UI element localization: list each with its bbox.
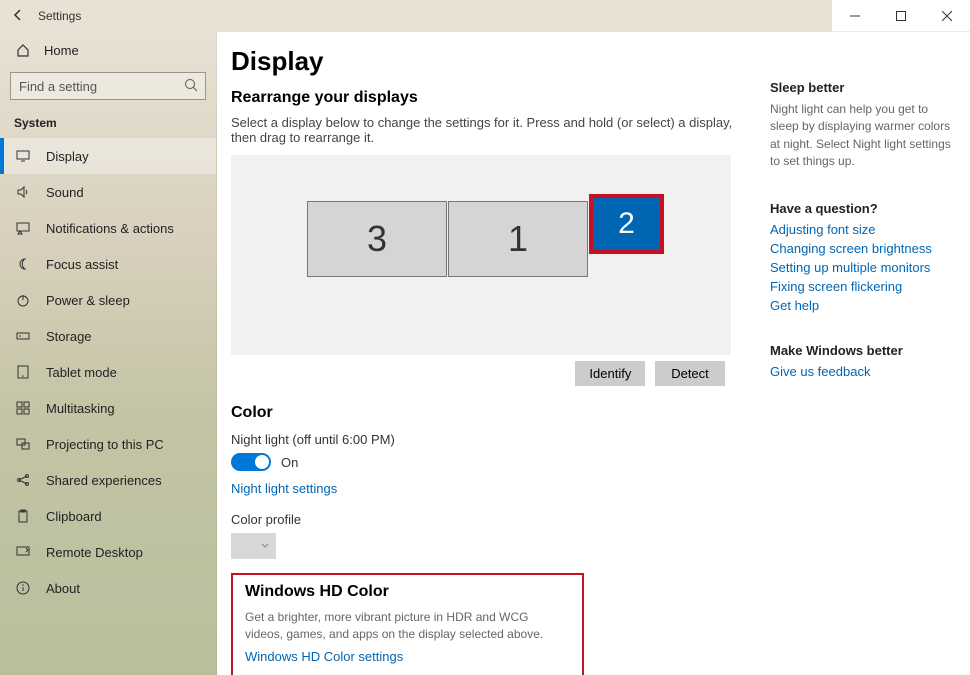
- sidebar-item-label: About: [46, 581, 80, 596]
- sidebar: Home System Display Sound Notifications …: [0, 32, 217, 675]
- color-profile-label: Color profile: [231, 512, 746, 527]
- content: Display Rearrange your displays Select a…: [217, 32, 770, 675]
- sidebar-item-power[interactable]: Power & sleep: [0, 282, 216, 318]
- sidebar-item-label: Remote Desktop: [46, 545, 143, 560]
- link-flickering[interactable]: Fixing screen flickering: [770, 279, 954, 294]
- sidebar-item-storage[interactable]: Storage: [0, 318, 216, 354]
- moon-icon: [14, 257, 32, 271]
- home-icon: [14, 43, 32, 57]
- sidebar-item-projecting[interactable]: Projecting to this PC: [0, 426, 216, 462]
- question-heading: Have a question?: [770, 201, 954, 216]
- hdcolor-heading: Windows HD Color: [245, 583, 570, 601]
- link-multiple-monitors[interactable]: Setting up multiple monitors: [770, 260, 954, 275]
- tablet-icon: [14, 365, 32, 379]
- color-profile-dropdown[interactable]: [231, 533, 276, 559]
- minimize-button[interactable]: [832, 0, 878, 32]
- info-icon: [14, 581, 32, 595]
- sidebar-item-notifications[interactable]: Notifications & actions: [0, 210, 216, 246]
- sidebar-item-label: Focus assist: [46, 257, 118, 272]
- sidebar-item-remote[interactable]: Remote Desktop: [0, 534, 216, 570]
- display-arrange-box[interactable]: 3 1 2: [231, 155, 731, 355]
- sidebar-item-label: Power & sleep: [46, 293, 130, 308]
- nightlight-toggle[interactable]: [231, 453, 271, 471]
- monitor-1[interactable]: 1: [448, 201, 588, 277]
- sidebar-home[interactable]: Home: [0, 32, 216, 68]
- link-brightness[interactable]: Changing screen brightness: [770, 241, 954, 256]
- link-feedback[interactable]: Give us feedback: [770, 364, 954, 379]
- sidebar-item-focus-assist[interactable]: Focus assist: [0, 246, 216, 282]
- sidebar-item-label: Multitasking: [46, 401, 115, 416]
- title-bar: Settings: [0, 0, 970, 32]
- nightlight-state: On: [281, 455, 298, 470]
- hdcolor-description: Get a brighter, more vibrant picture in …: [245, 609, 545, 643]
- close-button[interactable]: [924, 0, 970, 32]
- sidebar-item-about[interactable]: About: [0, 570, 216, 606]
- sidebar-item-display[interactable]: Display: [0, 138, 216, 174]
- nightlight-toggle-row: On: [231, 453, 746, 471]
- rearrange-description: Select a display below to change the set…: [231, 115, 746, 145]
- clipboard-icon: [14, 509, 32, 523]
- nightlight-settings-link[interactable]: Night light settings: [231, 481, 337, 496]
- search-icon: [184, 78, 198, 95]
- display-icon: [14, 149, 32, 163]
- power-icon: [14, 293, 32, 307]
- nightlight-label: Night light (off until 6:00 PM): [231, 432, 746, 447]
- search-input[interactable]: [10, 72, 206, 100]
- identify-row: Identify Detect: [231, 355, 731, 392]
- sidebar-item-sound[interactable]: Sound: [0, 174, 216, 210]
- color-heading: Color: [231, 404, 746, 422]
- make-better-heading: Make Windows better: [770, 343, 954, 358]
- notifications-icon: [14, 221, 32, 235]
- hdcolor-settings-link[interactable]: Windows HD Color settings: [245, 649, 403, 664]
- sidebar-item-tablet[interactable]: Tablet mode: [0, 354, 216, 390]
- remote-icon: [14, 545, 32, 559]
- sidebar-item-label: Projecting to this PC: [46, 437, 164, 452]
- sidebar-item-label: Sound: [46, 185, 84, 200]
- storage-icon: [14, 329, 32, 343]
- sidebar-search[interactable]: [10, 72, 206, 100]
- hd-color-section: Windows HD Color Get a brighter, more vi…: [231, 573, 584, 675]
- sidebar-nav: Display Sound Notifications & actions Fo…: [0, 138, 216, 606]
- sidebar-home-label: Home: [44, 43, 79, 58]
- sleep-better-heading: Sleep better: [770, 80, 954, 95]
- link-font-size[interactable]: Adjusting font size: [770, 222, 954, 237]
- sidebar-item-label: Storage: [46, 329, 92, 344]
- page-title: Display: [231, 46, 746, 77]
- sound-icon: [14, 185, 32, 199]
- sidebar-item-multitasking[interactable]: Multitasking: [0, 390, 216, 426]
- sidebar-item-label: Clipboard: [46, 509, 102, 524]
- window-title: Settings: [38, 9, 81, 23]
- rearrange-heading: Rearrange your displays: [231, 89, 746, 107]
- shared-icon: [14, 473, 32, 487]
- projecting-icon: [14, 437, 32, 451]
- main-area: Display Rearrange your displays Select a…: [217, 32, 970, 675]
- right-panel: Sleep better Night light can help you ge…: [770, 32, 970, 675]
- sidebar-item-clipboard[interactable]: Clipboard: [0, 498, 216, 534]
- link-get-help[interactable]: Get help: [770, 298, 954, 313]
- sleep-better-text: Night light can help you get to sleep by…: [770, 101, 954, 171]
- monitor-2-selected[interactable]: 2: [589, 194, 664, 254]
- monitor-3[interactable]: 3: [307, 201, 447, 277]
- chevron-down-icon: [260, 541, 270, 551]
- sidebar-item-label: Notifications & actions: [46, 221, 174, 236]
- sidebar-item-label: Tablet mode: [46, 365, 117, 380]
- multitasking-icon: [14, 401, 32, 415]
- detect-button[interactable]: Detect: [655, 361, 725, 386]
- sidebar-item-shared[interactable]: Shared experiences: [0, 462, 216, 498]
- window-controls: [832, 0, 970, 32]
- sidebar-item-label: Display: [46, 149, 89, 164]
- sidebar-item-label: Shared experiences: [46, 473, 162, 488]
- sidebar-section-label: System: [0, 110, 216, 138]
- back-button[interactable]: [8, 8, 28, 25]
- maximize-button[interactable]: [878, 0, 924, 32]
- identify-button[interactable]: Identify: [575, 361, 645, 386]
